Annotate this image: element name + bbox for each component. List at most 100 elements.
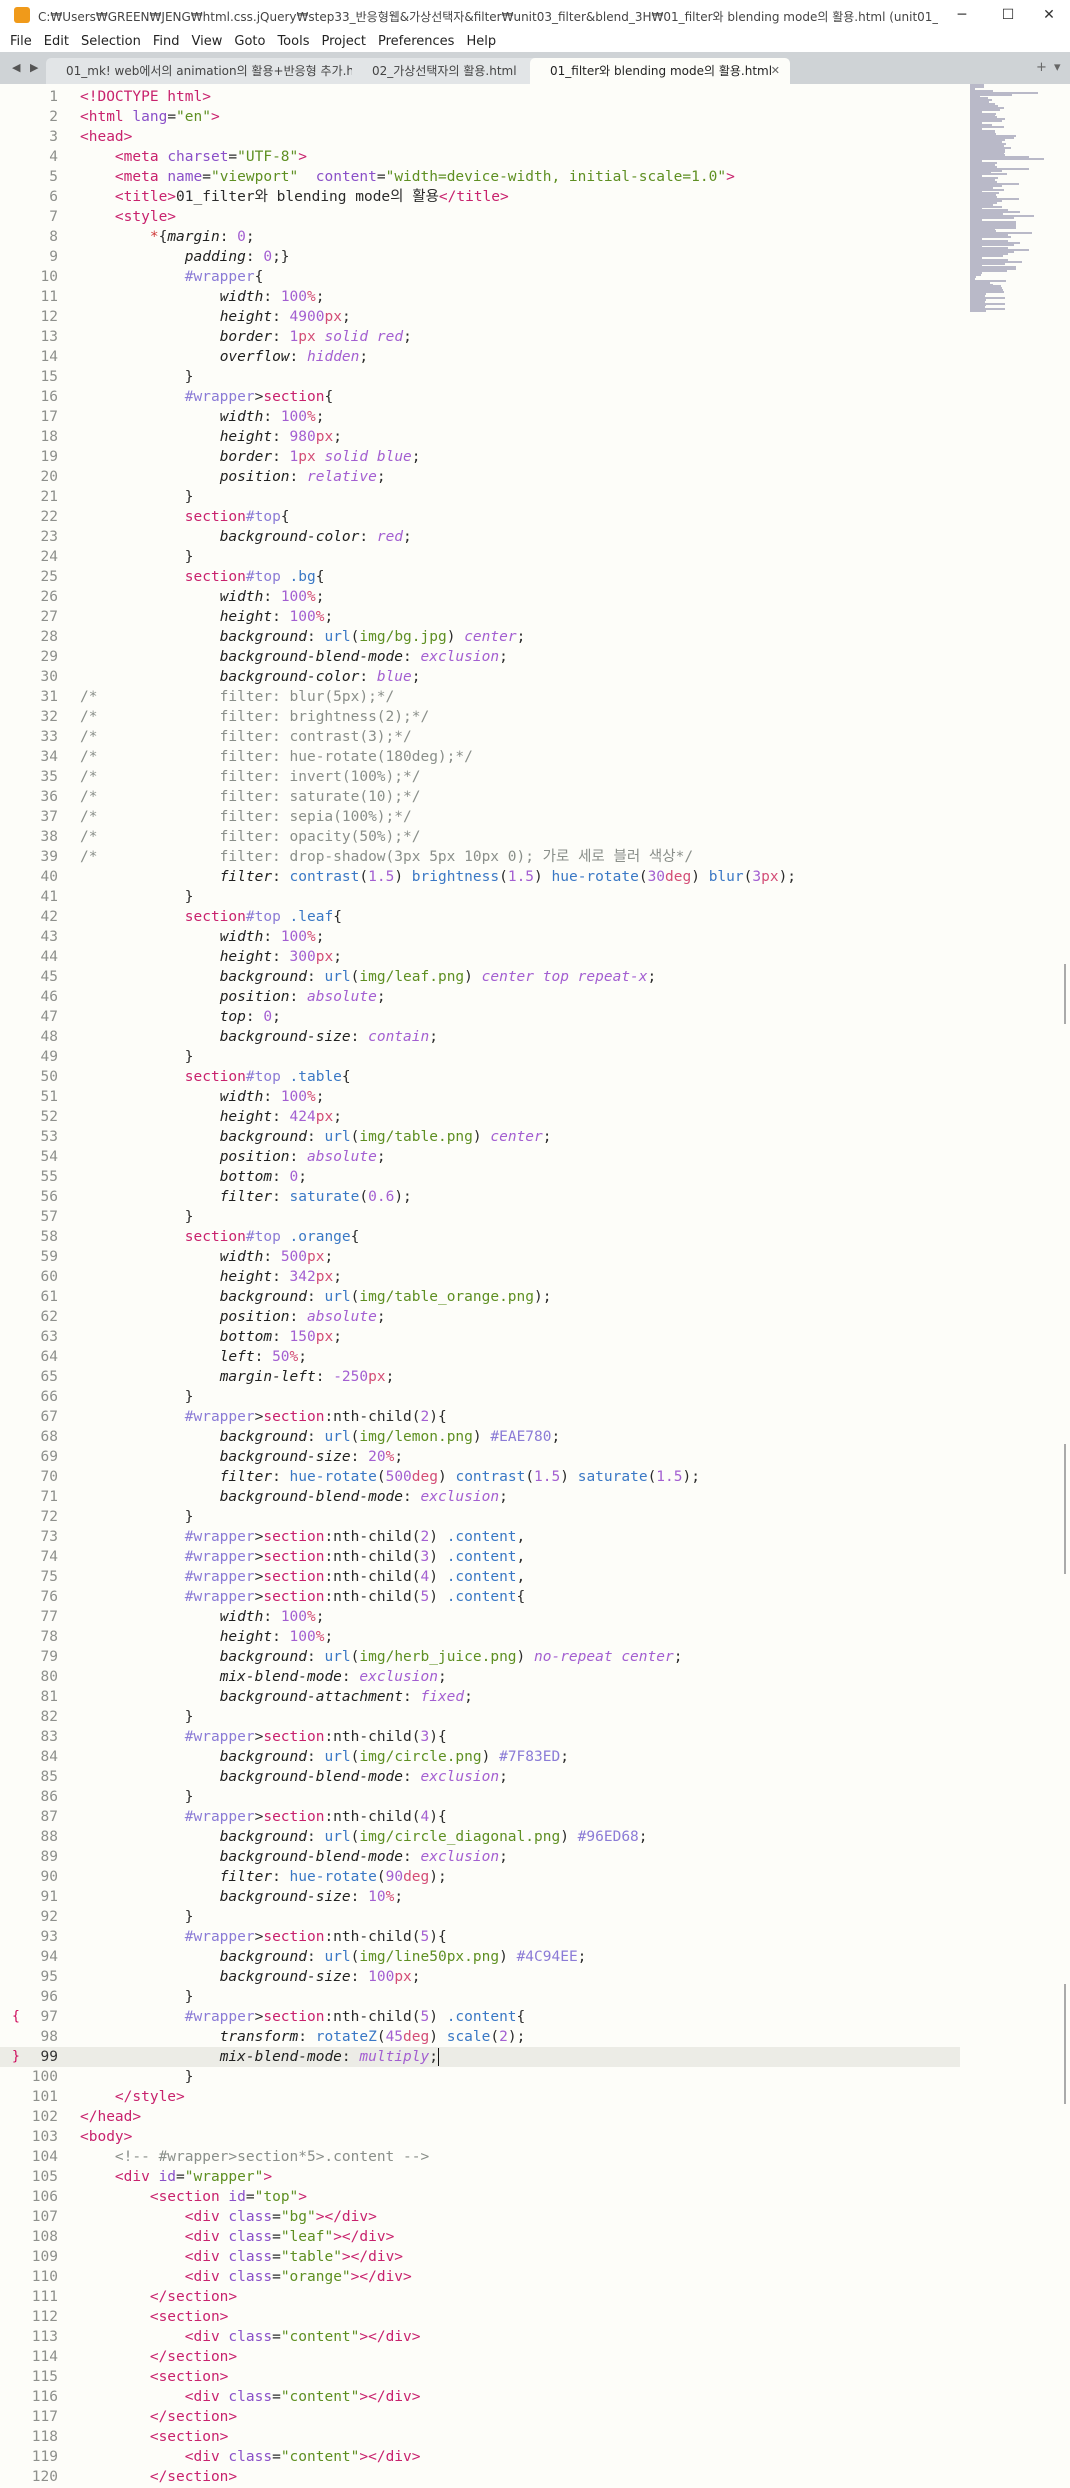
code-line[interactable]: } xyxy=(80,1707,194,1727)
code-line[interactable]: <div class="content"></div> xyxy=(80,2327,421,2347)
close-tab-icon[interactable]: ✕ xyxy=(771,58,780,84)
tab-nav-arrows[interactable]: ◀ ▶ xyxy=(12,61,41,74)
code-line[interactable]: /* filter: invert(100%);*/ xyxy=(80,767,420,787)
minimize-window-button[interactable]: ─ xyxy=(939,0,985,30)
code-line[interactable]: /* filter: opacity(50%);*/ xyxy=(80,827,420,847)
code-line[interactable]: #wrapper>section:nth-child(4) .content, xyxy=(80,1567,526,1587)
code-line[interactable]: /* filter: brightness(2);*/ xyxy=(80,707,429,727)
code-line[interactable]: filter: saturate(0.6); xyxy=(80,1187,412,1207)
code-line[interactable]: background-attachment: fixed; xyxy=(80,1687,473,1707)
code-line[interactable]: } xyxy=(80,1507,194,1527)
code-line[interactable]: #wrapper>section:nth-child(3) .content, xyxy=(80,1547,526,1567)
code-line[interactable]: bottom: 0; xyxy=(80,1167,307,1187)
code-line[interactable]: </section> xyxy=(80,2287,237,2307)
code-line[interactable]: <head> xyxy=(80,127,132,147)
code-line[interactable]: /* filter: hue-rotate(180deg);*/ xyxy=(80,747,473,767)
code-line[interactable]: height: 100%; xyxy=(80,1627,334,1647)
code-line[interactable]: position: absolute; xyxy=(80,987,386,1007)
code-line[interactable]: <div class="content"></div> xyxy=(80,2447,421,2467)
code-line[interactable]: } xyxy=(80,1907,194,1927)
code-line[interactable]: #wrapper>section{ xyxy=(80,387,333,407)
code-line[interactable]: </section> xyxy=(80,2347,237,2367)
code-line[interactable]: background: url(img/circle_diagonal.png)… xyxy=(80,1827,648,1847)
code-line[interactable]: width: 500px; xyxy=(80,1247,334,1267)
code-line[interactable]: height: 4900px; xyxy=(80,307,351,327)
new-tab-button[interactable]: + xyxy=(1036,60,1047,75)
code-line[interactable]: #wrapper>section:nth-child(5){ xyxy=(80,1927,447,1947)
code-line[interactable]: height: 424px; xyxy=(80,1107,342,1127)
code-line[interactable]: padding: 0;} xyxy=(80,247,290,267)
code-line[interactable]: transform: rotateZ(45deg) scale(2); xyxy=(80,2027,526,2047)
code-line[interactable]: background-color: red; xyxy=(80,527,412,547)
code-line[interactable]: margin-left: -250px; xyxy=(80,1367,395,1387)
code-line[interactable]: <section> xyxy=(80,2367,229,2387)
code-line[interactable]: section#top .leaf{ xyxy=(80,907,342,927)
tab-filter-blend-file[interactable]: 01_filter와 blending mode의 활용.html ✕ xyxy=(530,58,790,84)
code-line[interactable]: background: url(img/herb_juice.png) no-r… xyxy=(80,1647,683,1667)
code-line[interactable]: } xyxy=(80,1047,194,1067)
code-line[interactable]: <div id="wrapper"> xyxy=(80,2167,272,2187)
code-line[interactable]: filter: hue-rotate(90deg); xyxy=(80,1867,447,1887)
code-line[interactable]: filter: contrast(1.5) brightness(1.5) hu… xyxy=(80,867,796,887)
code-line[interactable]: top: 0; xyxy=(80,1007,281,1027)
code-line[interactable]: position: absolute; xyxy=(80,1307,386,1327)
code-line[interactable]: <div class="content"></div> xyxy=(80,2387,421,2407)
code-line[interactable]: #wrapper>section:nth-child(5) .content{ xyxy=(80,1587,526,1607)
code-editor[interactable]: 1 2 3 4 5 6 7 8 9 10 11 12 13 14 15 16 17 18 19 20 21 22 23 24 2… xyxy=(0,84,1070,2488)
code-line[interactable]: background-size: 20%; xyxy=(80,1447,403,1467)
code-line[interactable]: background: url(img/bg.jpg) center; xyxy=(80,627,526,647)
code-line[interactable]: background-size: 100px; xyxy=(80,1967,421,1987)
code-line[interactable]: #wrapper>section:nth-child(2){ xyxy=(80,1407,447,1427)
menu-selection[interactable]: Selection xyxy=(75,31,147,53)
code-line[interactable]: #wrapper>section:nth-child(3){ xyxy=(80,1727,447,1747)
code-line[interactable]: bottom: 150px; xyxy=(80,1327,342,1347)
maximize-window-button[interactable]: ☐ xyxy=(985,0,1031,30)
code-line[interactable]: overflow: hidden; xyxy=(80,347,368,367)
code-line[interactable]: background-size: contain; xyxy=(80,1027,438,1047)
code-line[interactable]: <meta charset="UTF-8"> xyxy=(80,147,307,167)
code-line[interactable]: </section> xyxy=(80,2407,237,2427)
code-line[interactable]: </section> xyxy=(80,2467,237,2487)
close-window-button[interactable]: ✕ xyxy=(1028,0,1070,30)
tab-pseudo-selector-file[interactable]: 02_가상선택자의 활용.html xyxy=(352,58,544,84)
code-line[interactable]: <div class="leaf"></div> xyxy=(80,2227,395,2247)
code-line[interactable]: } xyxy=(80,487,194,507)
code-line[interactable]: height: 100%; xyxy=(80,607,334,627)
code-line[interactable]: #wrapper>section:nth-child(4){ xyxy=(80,1807,447,1827)
code-line[interactable]: section#top .orange{ xyxy=(80,1227,360,1247)
menu-tools[interactable]: Tools xyxy=(271,31,315,53)
code-line[interactable]: } xyxy=(80,547,194,567)
code-line[interactable]: /* filter: saturate(10);*/ xyxy=(80,787,420,807)
menu-edit[interactable]: Edit xyxy=(38,31,75,53)
code-line[interactable]: <html lang="en"> xyxy=(80,107,220,127)
menu-help[interactable]: Help xyxy=(460,31,502,53)
tab-animation-file[interactable]: 01_mk! web에서의 animation의 활용+반응형 추가.html xyxy=(46,58,366,84)
code-line[interactable]: background-blend-mode: exclusion; xyxy=(80,1487,508,1507)
code-line[interactable]: border: 1px solid red; xyxy=(80,327,412,347)
code-line[interactable]: width: 100%; xyxy=(80,1087,325,1107)
code-line[interactable]: background: url(img/leaf.png) center top… xyxy=(80,967,657,987)
code-line[interactable]: background: url(img/table.png) center; xyxy=(80,1127,552,1147)
code-line[interactable]: *{margin: 0; xyxy=(80,227,255,247)
code-line[interactable]: #wrapper>section:nth-child(5) .content{ xyxy=(80,2007,526,2027)
code-line[interactable]: width: 100%; xyxy=(80,407,325,427)
code-line[interactable]: /* filter: contrast(3);*/ xyxy=(80,727,412,747)
code-line[interactable]: section#top .table{ xyxy=(80,1067,351,1087)
code-line[interactable]: left: 50%; xyxy=(80,1347,307,1367)
code-line[interactable]: <section id="top"> xyxy=(80,2187,307,2207)
code-line[interactable]: <!DOCTYPE html> xyxy=(80,87,211,107)
code-line[interactable]: <meta name="viewport" content="width=dev… xyxy=(80,167,735,187)
code-line[interactable]: <title>01_filter와 blending mode의 활용</tit… xyxy=(80,187,509,207)
code-line[interactable]: } xyxy=(80,367,194,387)
code-line[interactable]: } xyxy=(80,1787,194,1807)
code-line[interactable]: height: 342px; xyxy=(80,1267,342,1287)
code-line[interactable]: border: 1px solid blue; xyxy=(80,447,421,467)
code-line[interactable]: </head> xyxy=(80,2107,141,2127)
tab-list-button[interactable]: ▾ xyxy=(1054,60,1061,75)
code-line[interactable]: <div class="orange"></div> xyxy=(80,2267,412,2287)
code-line[interactable]: width: 100%; xyxy=(80,287,325,307)
code-line[interactable]: <style> xyxy=(80,207,176,227)
code-line[interactable]: #wrapper{ xyxy=(80,267,264,287)
code-line[interactable]: background-blend-mode: exclusion; xyxy=(80,1767,508,1787)
code-line[interactable]: background: url(img/circle.png) #7F83ED; xyxy=(80,1747,569,1767)
